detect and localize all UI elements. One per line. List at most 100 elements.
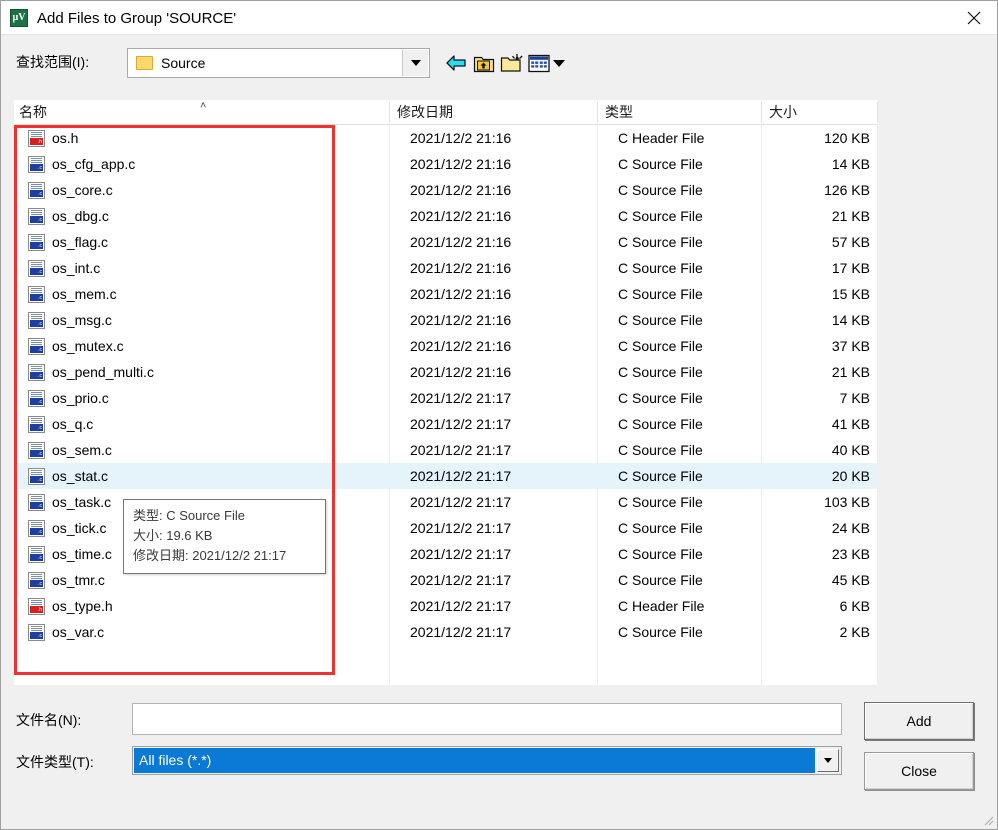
file-type-cell: C Source File	[618, 624, 703, 640]
table-row[interactable]: .c os_int.c 2021/12/2 21:16 C Source File 17…	[14, 255, 878, 281]
file-name-cell: .c os_task.c	[14, 489, 111, 515]
chevron-down-icon[interactable]	[402, 50, 428, 76]
table-row[interactable]: .c os_pend_multi.c 2021/12/2 21:16 C Source…	[14, 359, 878, 385]
views-chevron-down-icon[interactable]	[551, 50, 567, 76]
table-row[interactable]: .c os_prio.c 2021/12/2 21:17 C Source File 7…	[14, 385, 878, 411]
filetype-combo[interactable]: All files (*.*)	[132, 746, 842, 775]
new-folder-icon[interactable]	[499, 50, 525, 76]
file-name-text: os.h	[52, 130, 79, 146]
file-date-cell: 2021/12/2 21:17	[410, 468, 512, 484]
file-date-cell: 2021/12/2 21:17	[410, 520, 512, 536]
table-row[interactable]: .c os_msg.c 2021/12/2 21:16 C Source File 14…	[14, 307, 878, 333]
column-divider[interactable]	[761, 102, 762, 123]
table-row[interactable]: .c os_core.c 2021/12/2 21:16 C Source File 1…	[14, 177, 878, 203]
file-type-cell: C Source File	[618, 156, 703, 172]
c-source-file-icon: .c	[28, 493, 45, 511]
file-name-text: os_q.c	[52, 416, 94, 432]
file-type-cell: C Source File	[618, 390, 703, 406]
sort-ascending-icon: ˄	[200, 100, 207, 112]
file-name-text: os_mutex.c	[52, 338, 124, 354]
table-row[interactable]: .c os_q.c 2021/12/2 21:17 C Source File 41 K…	[14, 411, 878, 437]
file-name-cell: .c os_mutex.c	[14, 333, 124, 359]
table-row[interactable]: .c os_dbg.c 2021/12/2 21:16 C Source File 21…	[14, 203, 878, 229]
file-date-cell: 2021/12/2 21:17	[410, 416, 512, 432]
c-source-file-icon: .c	[28, 233, 45, 251]
views-icon[interactable]	[528, 50, 550, 76]
file-name-text: os_msg.c	[52, 312, 112, 328]
file-type-cell: C Source File	[618, 520, 703, 536]
file-size-cell: 57 KB	[831, 234, 870, 250]
file-name-text: os_tmr.c	[52, 572, 105, 588]
file-name-cell: .h os_type.h	[14, 593, 113, 619]
file-size-cell: 37 KB	[831, 338, 870, 354]
file-name-cell: .c os_var.c	[14, 619, 104, 645]
file-name-text: os_time.c	[52, 546, 112, 562]
table-row[interactable]: .c os_cfg_app.c 2021/12/2 21:16 C Source Fi…	[14, 151, 878, 177]
table-row[interactable]: .h os_type.h 2021/12/2 21:17 C Header File 6…	[14, 593, 878, 619]
filetype-value: All files (*.*)	[134, 748, 815, 773]
file-size-cell: 2 KB	[839, 624, 870, 640]
file-date-cell: 2021/12/2 21:16	[410, 208, 512, 224]
column-divider[interactable]	[877, 102, 878, 123]
file-name-text: os_flag.c	[52, 234, 109, 250]
add-files-dialog: µV Add Files to Group 'SOURCE' 查找范围(I): …	[0, 0, 998, 830]
column-header-size[interactable]: 大小	[769, 100, 797, 124]
file-date-cell: 2021/12/2 21:16	[410, 130, 512, 146]
close-button[interactable]: Close	[864, 752, 974, 790]
file-name-text: os_dbg.c	[52, 208, 109, 224]
table-row[interactable]: .c os_mutex.c 2021/12/2 21:16 C Source File…	[14, 333, 878, 359]
uvision-icon-glyph: µV	[12, 12, 26, 23]
c-source-file-icon: .c	[28, 311, 45, 329]
column-divider[interactable]	[389, 102, 390, 123]
file-date-cell: 2021/12/2 21:16	[410, 364, 512, 380]
file-size-cell: 15 KB	[831, 286, 870, 302]
file-name-cell: .c os_int.c	[14, 255, 100, 281]
close-icon[interactable]	[951, 1, 997, 34]
file-name-cell: .c os_sem.c	[14, 437, 112, 463]
file-date-cell: 2021/12/2 21:17	[410, 546, 512, 562]
c-source-file-icon: .c	[28, 545, 45, 563]
look-in-value: Source	[161, 55, 206, 71]
look-in-label: 查找范围(I):	[16, 54, 90, 70]
table-row[interactable]: .c os_flag.c 2021/12/2 21:16 C Source File 5…	[14, 229, 878, 255]
look-in-combo[interactable]: Source	[127, 48, 430, 78]
c-source-file-icon: .c	[28, 519, 45, 537]
column-divider[interactable]	[597, 102, 598, 123]
file-type-cell: C Source File	[618, 546, 703, 562]
table-row[interactable]: .c os_var.c 2021/12/2 21:17 C Source File 2 …	[14, 619, 878, 645]
file-date-cell: 2021/12/2 21:17	[410, 442, 512, 458]
file-type-cell: C Header File	[618, 130, 705, 146]
file-name-text: os_cfg_app.c	[52, 156, 136, 172]
c-header-file-icon: .h	[28, 129, 45, 147]
file-type-cell: C Source File	[618, 416, 703, 432]
resize-grip[interactable]	[981, 813, 994, 826]
title-bar: µV Add Files to Group 'SOURCE'	[1, 1, 997, 35]
file-type-cell: C Header File	[618, 598, 705, 614]
up-one-level-icon[interactable]	[471, 50, 497, 76]
file-name-cell: .h os.h	[14, 125, 78, 151]
table-row[interactable]: .c os_mem.c 2021/12/2 21:16 C Source File 15…	[14, 281, 878, 307]
c-source-file-icon: .c	[28, 441, 45, 459]
table-row[interactable]: .c os_sem.c 2021/12/2 21:17 C Source File 40…	[14, 437, 878, 463]
column-header-date[interactable]: 修改日期	[397, 100, 453, 124]
file-size-cell: 20 KB	[831, 468, 870, 484]
file-date-cell: 2021/12/2 21:16	[410, 338, 512, 354]
column-header-type[interactable]: 类型	[605, 100, 633, 124]
tooltip-date: 修改日期: 2021/12/2 21:17	[133, 548, 287, 563]
column-header-name[interactable]: 名称	[19, 100, 47, 124]
file-type-cell: C Source File	[618, 312, 703, 328]
file-type-cell: C Source File	[618, 494, 703, 510]
file-size-cell: 6 KB	[839, 598, 870, 614]
add-button[interactable]: Add	[864, 702, 974, 740]
table-row[interactable]: .h os.h 2021/12/2 21:16 C Header File 120 KB	[14, 125, 878, 151]
back-arrow-icon[interactable]	[443, 50, 469, 76]
tooltip-type: 类型: C Source File	[133, 508, 245, 523]
filename-input[interactable]	[132, 703, 842, 735]
file-name-text: os_int.c	[52, 260, 101, 276]
filename-label: 文件名(N):	[16, 712, 82, 728]
file-list[interactable]: .h os.h 2021/12/2 21:16 C Header File 120 KB…	[14, 125, 878, 685]
file-name-cell: .c os_flag.c	[14, 229, 108, 255]
c-source-file-icon: .c	[28, 415, 45, 433]
table-row[interactable]: .c os_stat.c 2021/12/2 21:17 C Source File 2…	[14, 463, 878, 489]
chevron-down-icon[interactable]	[817, 749, 839, 772]
